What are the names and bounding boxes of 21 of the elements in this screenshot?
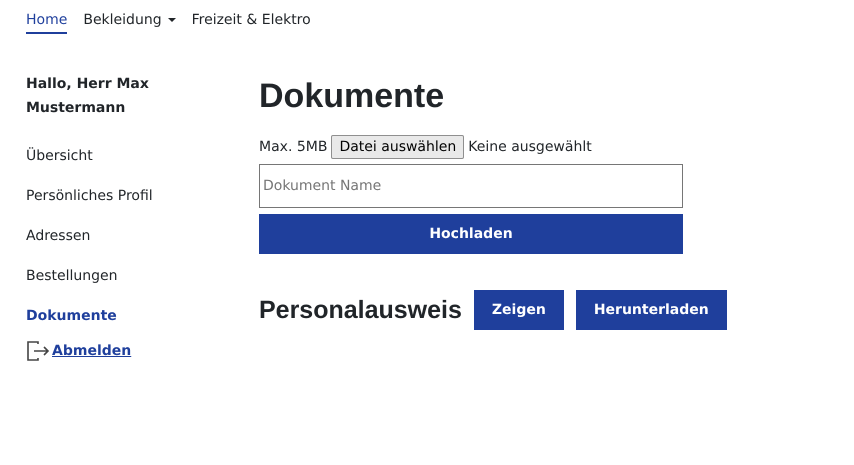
document-action-button[interactable]: Herunterladen bbox=[576, 290, 727, 330]
size-limit: Max. 5MB bbox=[259, 139, 328, 155]
nav-link[interactable]: Home bbox=[26, 10, 68, 34]
upload-button[interactable]: Hochladen bbox=[259, 214, 683, 254]
logout-icon bbox=[26, 340, 50, 362]
document-action-button[interactable]: Zeigen bbox=[474, 290, 564, 330]
document-name-field[interactable]: Dokument Name bbox=[259, 164, 683, 208]
sidebar-item[interactable]: Dokumente bbox=[26, 306, 259, 326]
nav-link[interactable]: Freizeit & Elektro bbox=[192, 10, 311, 34]
nav-link[interactable]: Bekleidung bbox=[83, 10, 176, 34]
page-title: Dokumente bbox=[259, 76, 446, 117]
sidebar-item[interactable]: Adressen bbox=[26, 226, 259, 246]
sidebar-item[interactable]: Bestellungen bbox=[26, 266, 259, 286]
file-status: Keine ausgewählt bbox=[468, 139, 592, 155]
greeting: Hallo, Herr Max Mustermann bbox=[26, 75, 150, 118]
sidebar-item[interactable]: Persönliches Profil bbox=[26, 186, 259, 206]
document-title: Personalausweis bbox=[259, 296, 462, 324]
sidebar-item[interactable]: Übersicht bbox=[26, 146, 259, 166]
logout-link[interactable]: Abmelden bbox=[52, 343, 132, 359]
file-select-button[interactable]: Datei auswählen bbox=[331, 135, 464, 159]
caret-icon bbox=[168, 18, 176, 22]
